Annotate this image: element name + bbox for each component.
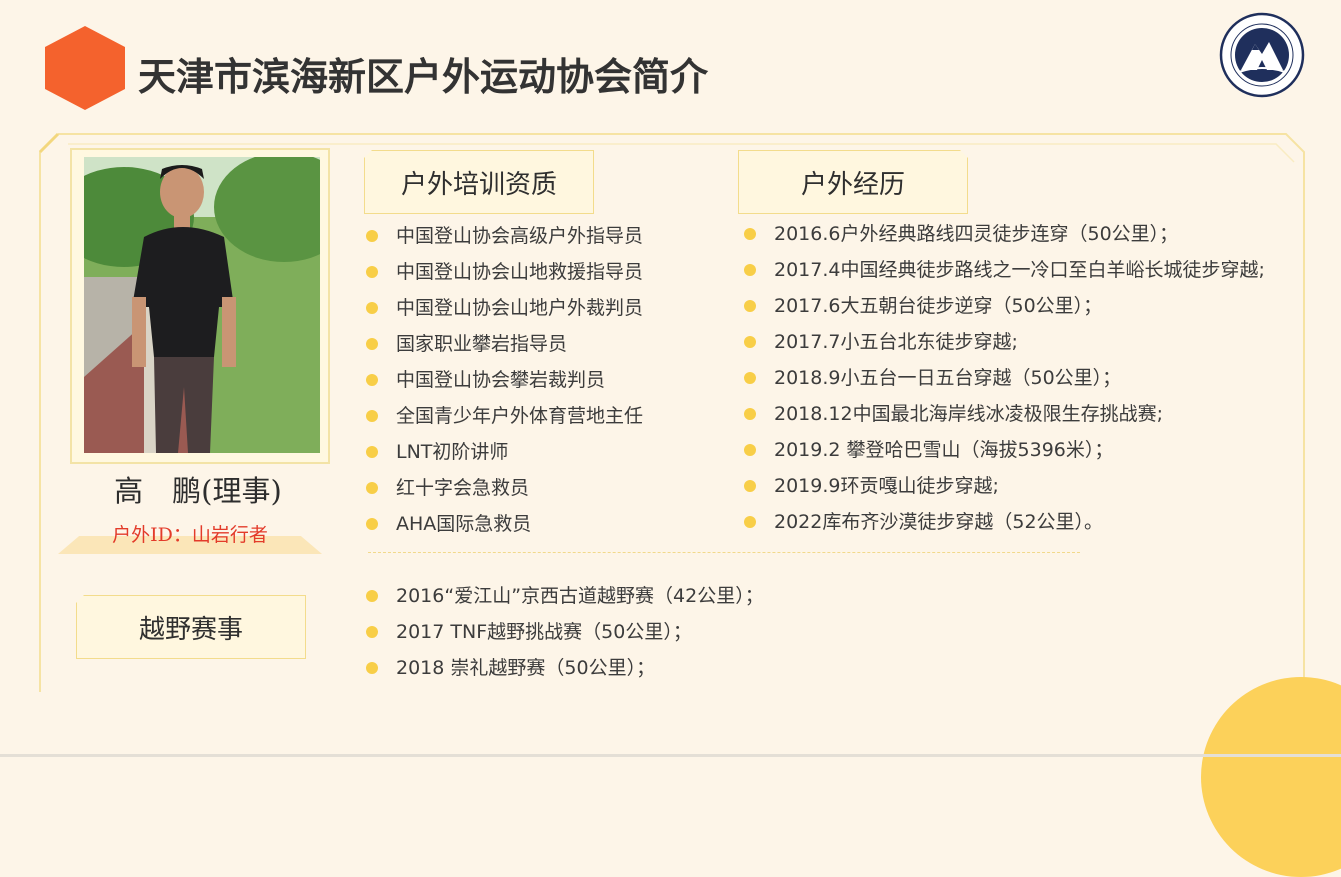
race-item-label: 2018 崇礼越野赛（50公里）； [396, 657, 656, 679]
bullet-icon [366, 266, 378, 278]
bullet-icon [744, 408, 756, 420]
race-item: 2017 TNF越野挑战赛（50公里）； [364, 614, 764, 650]
bullet-icon [744, 516, 756, 528]
training-item: 中国登山协会山地救援指导员 [364, 254, 643, 290]
experience-item: 2018.9小五台一日五台穿越（50公里）； [742, 360, 1265, 396]
races-list: 2016“爱江山”京西古道越野赛（42公里）； 2017 TNF越野挑战赛（50… [364, 578, 764, 686]
experience-item: 2016.6户外经典路线四灵徒步连穿（50公里）； [742, 216, 1265, 252]
bullet-icon [366, 410, 378, 422]
training-item: LNT初阶讲师 [364, 434, 643, 470]
race-item: 2018 崇礼越野赛（50公里）； [364, 650, 764, 686]
training-item-label: 中国登山协会山地救援指导员 [396, 261, 644, 283]
races-heading: 越野赛事 [76, 595, 306, 659]
race-item-label: 2016“爱江山”京西古道越野赛（42公里）； [396, 585, 764, 607]
bullet-icon [744, 372, 756, 384]
experience-item-label: 2017.7小五台北东徒步穿越; [774, 331, 1018, 353]
training-item: AHA国际急救员 [364, 506, 643, 542]
training-item-label: 全国青少年户外体育营地主任 [396, 405, 644, 427]
training-item-label: AHA国际急救员 [396, 513, 532, 535]
experience-item-label: 2018.12中国最北海岸线冰凌极限生存挑战赛; [774, 403, 1163, 425]
experience-item-label: 2017.4中国经典徒步路线之一冷口至白羊峪长城徒步穿越; [774, 259, 1265, 281]
experience-item: 2019.9环贡嘎山徒步穿越; [742, 468, 1265, 504]
bullet-icon [366, 230, 378, 242]
experience-item: 2017.7小五台北东徒步穿越; [742, 324, 1265, 360]
bullet-icon [366, 446, 378, 458]
training-item-label: 红十字会急救员 [396, 477, 530, 499]
bullet-icon [366, 482, 378, 494]
experience-item: 2017.6大五朝台徒步逆穿（50公里）； [742, 288, 1265, 324]
slide: 天津市滨海新区户外运动协会简介 高 鹏(理事) 户外ID：山岩行者 户外培训资质… [0, 0, 1341, 877]
outdoor-id: 户外ID：山岩行者 [112, 524, 268, 546]
bullet-icon [744, 264, 756, 276]
profile-photo [84, 157, 320, 453]
person-name: 高 鹏(理事) [114, 474, 282, 508]
bullet-icon [744, 336, 756, 348]
bullet-icon [366, 590, 378, 602]
bullet-icon [744, 444, 756, 456]
experience-item: 2018.12中国最北海岸线冰凌极限生存挑战赛; [742, 396, 1265, 432]
experience-item-label: 2016.6户外经典路线四灵徒步连穿（50公里）； [774, 223, 1179, 245]
bullet-icon [366, 374, 378, 386]
bullet-icon [366, 518, 378, 530]
experience-item: 2017.4中国经典徒步路线之一冷口至白羊峪长城徒步穿越; [742, 252, 1265, 288]
experience-item-label: 2017.6大五朝台徒步逆穿（50公里）； [774, 295, 1103, 317]
training-item: 中国登山协会攀岩裁判员 [364, 362, 643, 398]
training-item: 国家职业攀岩指导员 [364, 326, 643, 362]
bullet-icon [744, 480, 756, 492]
corner-decoration [1201, 677, 1341, 877]
race-item: 2016“爱江山”京西古道越野赛（42公里）； [364, 578, 764, 614]
bullet-icon [366, 338, 378, 350]
training-item-label: 国家职业攀岩指导员 [396, 333, 568, 355]
dashed-divider [368, 552, 1080, 553]
bullet-icon [366, 662, 378, 674]
outdoor-id-banner: 户外ID：山岩行者 [58, 514, 322, 554]
training-item-label: LNT初阶讲师 [396, 441, 509, 463]
experience-item: 2019.2 攀登哈巴雪山（海拔5396米）； [742, 432, 1265, 468]
bullet-icon [366, 626, 378, 638]
bullet-icon [366, 302, 378, 314]
page-title: 天津市滨海新区户外运动协会简介 [138, 55, 709, 99]
experience-item-label: 2022库布齐沙漠徒步穿越（52公里）。 [774, 511, 1104, 533]
race-item-label: 2017 TNF越野挑战赛（50公里）； [396, 621, 692, 643]
experience-list: 2016.6户外经典路线四灵徒步连穿（50公里）； 2017.4中国经典徒步路线… [742, 216, 1265, 540]
training-item-label: 中国登山协会山地户外裁判员 [396, 297, 644, 319]
training-item: 中国登山协会山地户外裁判员 [364, 290, 643, 326]
hexagon-marker [45, 26, 125, 110]
experience-item: 2022库布齐沙漠徒步穿越（52公里）。 [742, 504, 1265, 540]
experience-item-label: 2018.9小五台一日五台穿越（50公里）； [774, 367, 1122, 389]
mountain-logo-icon [1219, 12, 1305, 98]
training-list: 中国登山协会高级户外指导员 中国登山协会山地救援指导员 中国登山协会山地户外裁判… [364, 218, 643, 542]
bullet-icon [744, 300, 756, 312]
training-item: 红十字会急救员 [364, 470, 643, 506]
training-heading: 户外培训资质 [364, 150, 594, 214]
experience-item-label: 2019.2 攀登哈巴雪山（海拔5396米）； [774, 439, 1114, 461]
training-item-label: 中国登山协会高级户外指导员 [396, 225, 644, 247]
training-item: 中国登山协会高级户外指导员 [364, 218, 643, 254]
experience-heading: 户外经历 [738, 150, 968, 214]
experience-item-label: 2019.9环贡嘎山徒步穿越; [774, 475, 999, 497]
training-item: 全国青少年户外体育营地主任 [364, 398, 643, 434]
bullet-icon [744, 228, 756, 240]
training-item-label: 中国登山协会攀岩裁判员 [396, 369, 606, 391]
